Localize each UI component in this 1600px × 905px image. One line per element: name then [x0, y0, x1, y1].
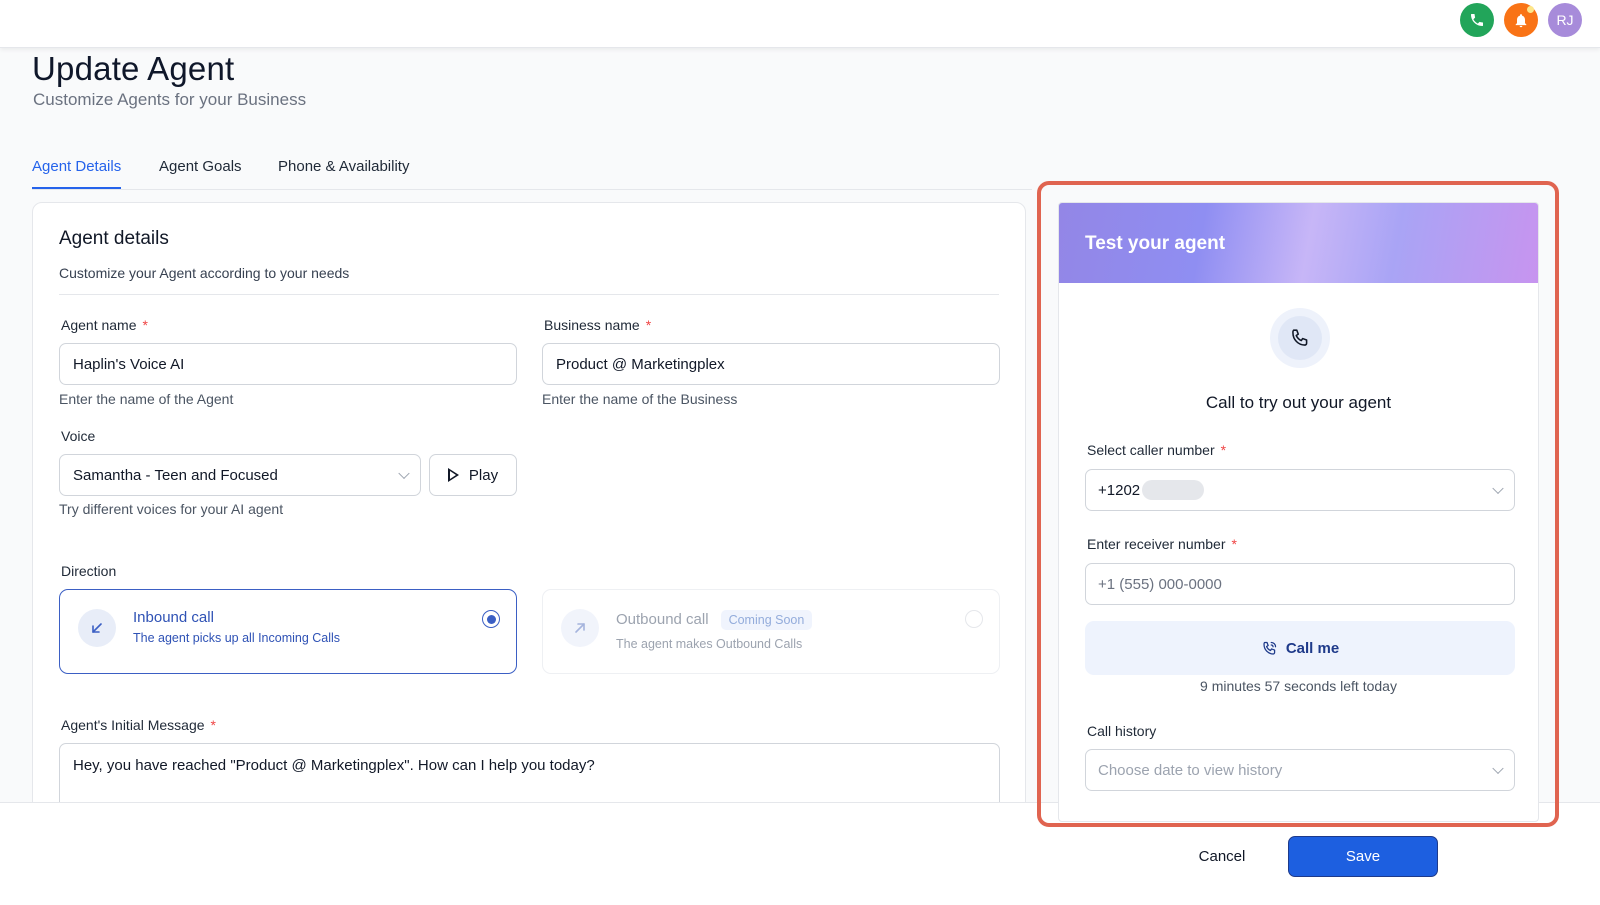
tab-agent-goals[interactable]: Agent Goals: [159, 158, 242, 189]
initial-message-label: Agent's Initial Message *: [61, 717, 216, 733]
voice-selected-value: Samantha - Teen and Focused: [73, 466, 278, 484]
top-bar: RJ: [0, 0, 1600, 48]
page-title: Update Agent: [32, 50, 235, 87]
agent-name-label: Agent name *: [61, 317, 148, 333]
business-name-value: Product @ Marketingplex: [556, 355, 725, 373]
business-name-hint: Enter the name of the Business: [542, 391, 738, 407]
agent-details-card: Agent details Customize your Agent accor…: [32, 202, 1026, 822]
play-voice-button[interactable]: Play: [429, 454, 517, 496]
section-title: Agent details: [59, 228, 169, 249]
top-actions: RJ: [1460, 3, 1582, 37]
tab-bar: Agent Details Agent Goals Phone & Availa…: [32, 150, 1032, 190]
call-history-placeholder: Choose date to view history: [1098, 761, 1283, 779]
required-mark: *: [1231, 536, 1237, 552]
redacted-number: [1142, 480, 1205, 500]
outbound-radio: [965, 610, 983, 628]
inbound-call-option[interactable]: Inbound call The agent picks up all Inco…: [59, 589, 517, 674]
required-mark: *: [210, 717, 216, 733]
play-label: Play: [468, 466, 499, 484]
phone-icon: [1278, 316, 1322, 360]
section-subtitle: Customize your Agent according to your n…: [59, 265, 350, 281]
receiver-number-label: Enter receiver number *: [1087, 536, 1237, 552]
required-mark: *: [1220, 442, 1227, 458]
notification-dot: [1527, 6, 1534, 13]
call-history-select[interactable]: Choose date to view history: [1085, 749, 1515, 791]
play-icon: [447, 468, 459, 482]
required-mark: *: [142, 317, 148, 333]
save-button[interactable]: Save: [1288, 836, 1438, 877]
voice-hint: Try different voices for your AI agent: [59, 501, 284, 517]
phone-ringing-icon: [1263, 641, 1276, 655]
arrow-down-left-icon: [78, 609, 116, 647]
tab-phone-availability[interactable]: Phone & Availability: [278, 158, 409, 189]
bell-icon[interactable]: [1504, 3, 1538, 37]
call-me-button[interactable]: Call me: [1085, 621, 1515, 675]
business-name-input[interactable]: Product @ Marketingplex: [542, 343, 1000, 385]
phone-icon-badge: [1270, 308, 1330, 368]
test-agent-panel: Test your agent Call to try out your age…: [1058, 202, 1539, 822]
caller-number-label: Select caller number *: [1087, 442, 1227, 458]
outbound-title: Outbound call: [616, 610, 709, 628]
divider: [59, 294, 999, 295]
chevron-down-icon: [1492, 762, 1504, 775]
cancel-button[interactable]: Cancel: [1190, 836, 1254, 876]
required-mark: *: [645, 317, 652, 333]
time-left-text: 9 minutes 57 seconds left today: [1200, 678, 1397, 694]
inbound-description: The agent picks up all Incoming Calls: [133, 631, 341, 645]
page-subtitle: Customize Agents for your Business: [33, 90, 307, 109]
coming-soon-badge: Coming Soon: [720, 610, 813, 630]
arrow-up-right-icon: [561, 609, 599, 647]
outbound-call-option: Outbound call Coming Soon The agent makes…: [542, 589, 1000, 674]
inbound-title: Inbound call: [133, 609, 214, 626]
phone-icon[interactable]: [1460, 3, 1494, 37]
initial-message-value: Hey, you have reached "Product @ Marketi…: [73, 757, 595, 774]
tab-agent-details[interactable]: Agent Details: [32, 158, 122, 189]
business-name-label: Business name *: [544, 317, 652, 333]
agent-name-hint: Enter the name of the Agent: [59, 391, 234, 407]
caller-number-select[interactable]: +1202: [1085, 469, 1515, 511]
outbound-title-row: Outbound call Coming Soon: [616, 610, 813, 630]
direction-label: Direction: [61, 563, 117, 579]
avatar[interactable]: RJ: [1548, 3, 1582, 37]
chevron-down-icon: [1492, 482, 1504, 495]
caller-number-value: +1202: [1098, 481, 1141, 499]
call-prompt: Call to try out your agent: [1205, 393, 1392, 412]
test-panel-header: Test your agent: [1059, 203, 1538, 283]
voice-select[interactable]: Samantha - Teen and Focused: [59, 454, 421, 496]
call-me-label: Call me: [1285, 639, 1340, 657]
agent-name-value: Haplin's Voice AI: [73, 355, 185, 373]
chevron-down-icon: [398, 467, 410, 480]
receiver-number-input[interactable]: +1 (555) 000-0000: [1085, 563, 1515, 605]
agent-name-input[interactable]: Haplin's Voice AI: [59, 343, 517, 385]
inbound-radio[interactable]: [482, 610, 500, 628]
receiver-number-placeholder: +1 (555) 000-0000: [1098, 575, 1222, 593]
test-panel-title: Test your agent: [1085, 233, 1226, 254]
outbound-description: The agent makes Outbound Calls: [616, 637, 803, 651]
call-history-label: Call history: [1087, 723, 1157, 739]
voice-label: Voice: [61, 428, 96, 444]
